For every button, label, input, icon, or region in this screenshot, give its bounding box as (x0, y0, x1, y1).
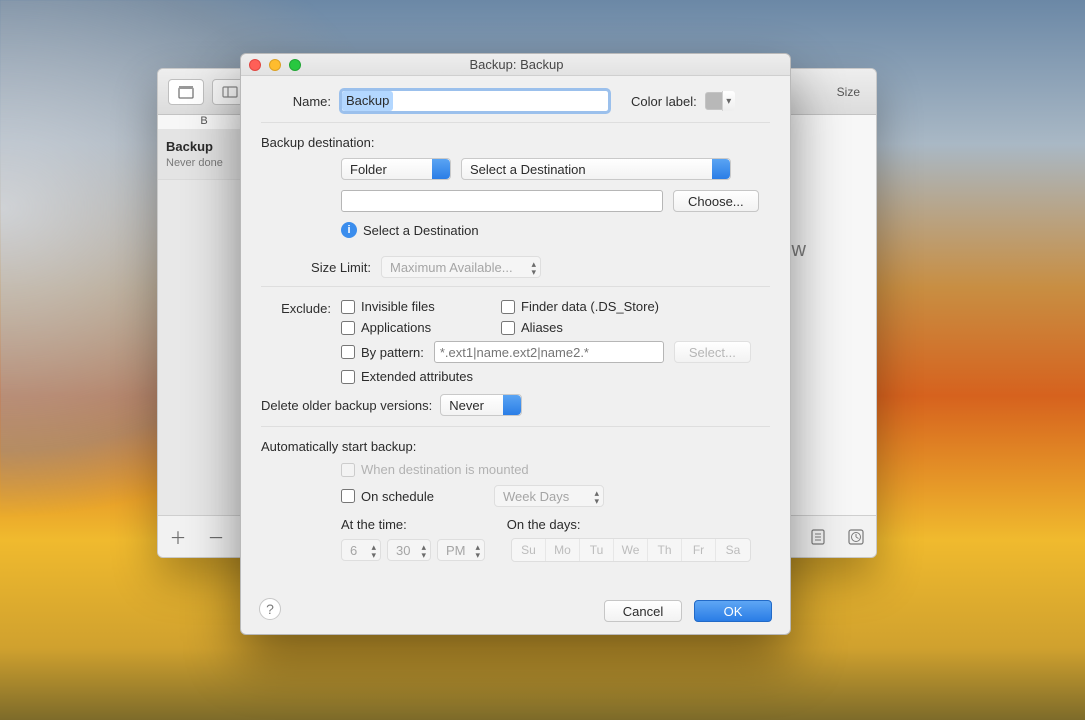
sidebar-item-backup[interactable]: Backup Never done (158, 129, 249, 180)
destination-hint: Select a Destination (363, 223, 479, 238)
time-minute[interactable]: 30▴▾ (387, 539, 431, 561)
split-icon (222, 85, 238, 99)
destination-type-dropdown[interactable]: Folder ▴▾ (341, 158, 451, 180)
time-ampm[interactable]: PM▴▾ (437, 539, 485, 561)
exclude-invisible-checkbox[interactable]: Invisible files (341, 299, 501, 314)
day-mo[interactable]: Mo (546, 539, 580, 561)
toolbar-view-1[interactable] (168, 79, 204, 105)
day-th[interactable]: Th (648, 539, 682, 561)
separator-1 (261, 122, 770, 123)
exclude-pattern-checkbox[interactable]: By pattern: (341, 345, 424, 360)
exclude-finder-checkbox[interactable]: Finder data (.DS_Store) (501, 299, 659, 314)
document-icon (811, 529, 825, 545)
info-icon: i (341, 222, 357, 238)
name-input[interactable]: Backup (341, 90, 609, 112)
time-hour[interactable]: 6▴▾ (341, 539, 381, 561)
box-icon (178, 85, 194, 99)
destination-type-value: Folder (350, 162, 387, 177)
destination-select-value: Select a Destination (470, 162, 586, 177)
destination-path-input[interactable] (341, 190, 663, 212)
schedule-mode-dropdown[interactable]: Week Days ▴▾ (494, 485, 604, 507)
backup-destination-label: Backup destination: (261, 135, 770, 150)
sidebar-item-sub: Never done (166, 157, 223, 169)
exclude-label: Exclude: (261, 299, 341, 316)
parent-sidebar: Backup Never done (158, 129, 250, 515)
day-su[interactable]: Su (512, 539, 546, 561)
day-fr[interactable]: Fr (682, 539, 716, 561)
sheet-titlebar[interactable]: Backup: Backup (241, 54, 790, 76)
cancel-button[interactable]: Cancel (604, 600, 682, 622)
footer-doc-icon[interactable] (808, 527, 828, 547)
name-label: Name: (261, 94, 341, 109)
footer-clock-icon[interactable] (846, 527, 866, 547)
exclude-pattern-input[interactable] (434, 341, 664, 363)
size-limit-dropdown[interactable]: Maximum Available... ▴▾ (381, 256, 541, 278)
parent-sidebar-caption: B (158, 115, 250, 127)
colorlabel-label: Color label: (631, 94, 705, 109)
delete-older-value: Never (449, 398, 484, 413)
delete-older-dropdown[interactable]: Never ▴▾ (440, 394, 522, 416)
day-tu[interactable]: Tu (580, 539, 614, 561)
name-value: Backup (342, 91, 393, 111)
time-label: At the time: (341, 517, 407, 532)
days-label: On the days: (507, 517, 581, 532)
delete-older-label: Delete older backup versions: (261, 398, 440, 413)
destination-select-dropdown[interactable]: Select a Destination ▴▾ (461, 158, 731, 180)
exclude-select-button[interactable]: Select... (674, 341, 751, 363)
schedule-mode-value: Week Days (503, 489, 569, 504)
desktop-wallpaper: Size B Backup Never done on below ＋ － (0, 0, 1085, 720)
sheet-title: Backup: Backup (251, 57, 782, 72)
separator-3 (261, 426, 770, 427)
ok-button[interactable]: OK (694, 600, 772, 622)
auto-when-mounted-checkbox[interactable]: When destination is mounted (341, 462, 770, 477)
remove-button[interactable]: － (206, 527, 226, 547)
exclude-aliases-checkbox[interactable]: Aliases (501, 320, 563, 335)
color-label-picker[interactable] (705, 92, 735, 110)
days-selector[interactable]: Su Mo Tu We Th Fr Sa (511, 538, 751, 562)
on-schedule-checkbox[interactable]: On schedule (341, 489, 434, 504)
choose-button[interactable]: Choose... (673, 190, 759, 212)
backup-settings-sheet: Backup: Backup Name: Backup Color label:… (240, 53, 791, 635)
day-we[interactable]: We (614, 539, 648, 561)
exclude-extended-attrs-checkbox[interactable]: Extended attributes (341, 369, 770, 384)
size-limit-value: Maximum Available... (390, 260, 513, 275)
add-button[interactable]: ＋ (168, 527, 188, 547)
auto-start-label: Automatically start backup: (261, 439, 770, 454)
help-button[interactable]: ? (259, 598, 281, 620)
exclude-applications-checkbox[interactable]: Applications (341, 320, 501, 335)
sidebar-item-title: Backup (166, 139, 241, 154)
day-sa[interactable]: Sa (716, 539, 750, 561)
separator-2 (261, 286, 770, 287)
size-limit-label: Size Limit: (261, 260, 381, 275)
clock-icon (848, 529, 864, 545)
